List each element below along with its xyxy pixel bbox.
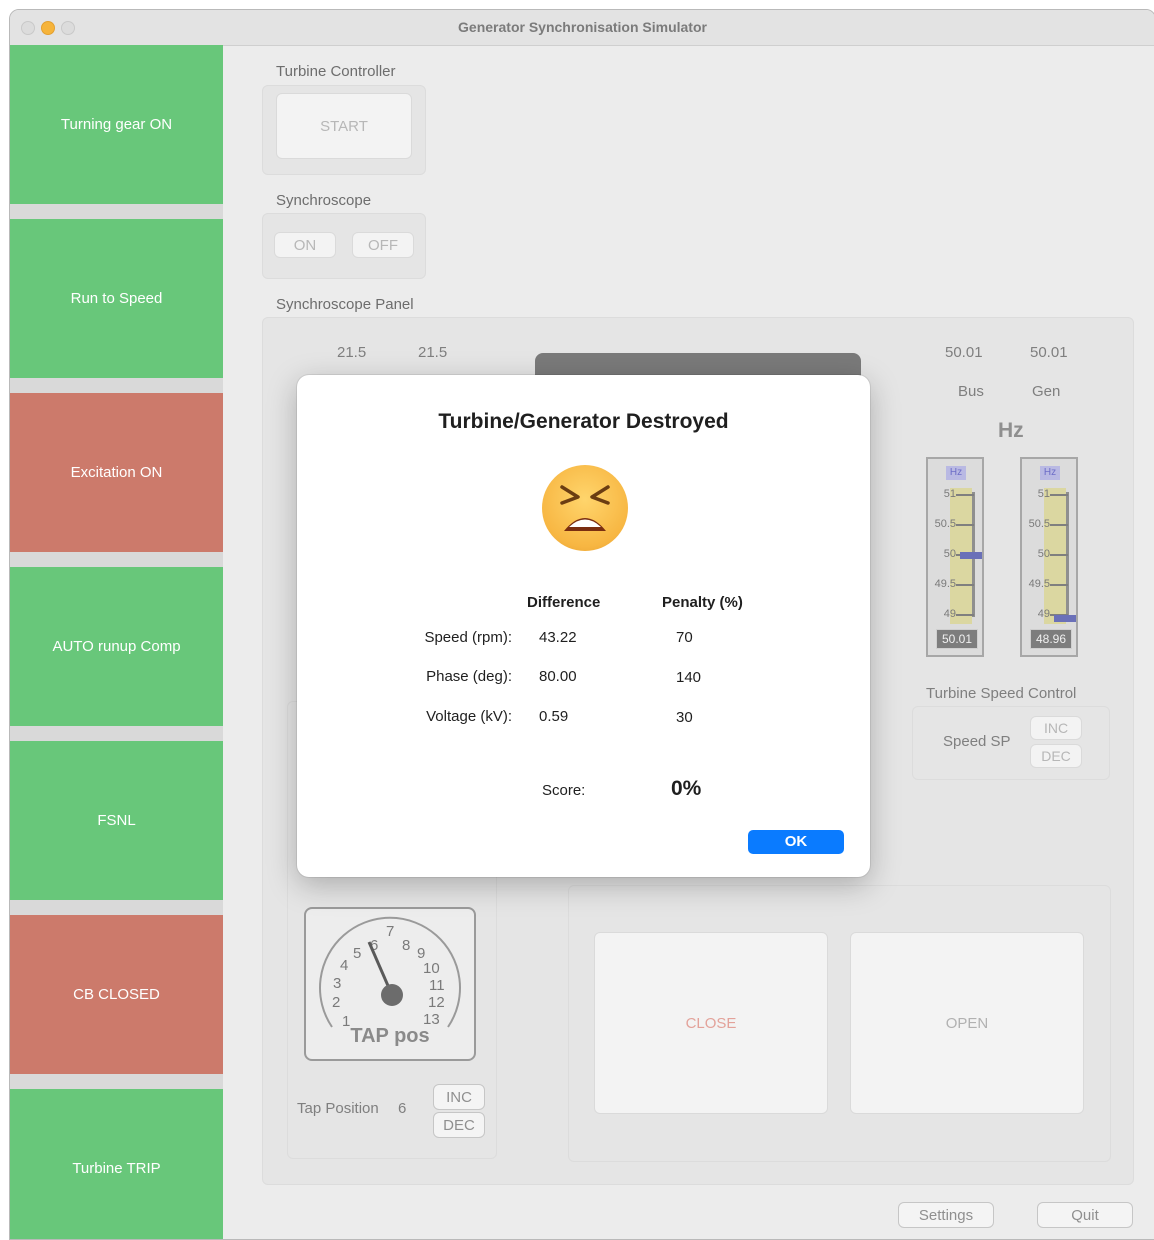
gen-meter-tick: 50.5 xyxy=(1022,518,1074,532)
svg-text:10: 10 xyxy=(423,960,440,977)
voltage-row-label: Voltage (kV): xyxy=(426,708,512,725)
bus-frequency-value: 50.01 xyxy=(945,344,983,361)
bus-meter-tick: 50.5 xyxy=(928,518,980,532)
breaker-open-button[interactable]: OPEN xyxy=(850,932,1084,1114)
bus-meter-unit: Hz xyxy=(946,466,966,480)
difference-header: Difference xyxy=(527,594,601,611)
gen-voltage-value: 21.5 xyxy=(418,344,448,361)
gen-frequency-value: 50.01 xyxy=(1030,344,1068,361)
penalty-header: Penalty (%) xyxy=(662,594,743,611)
settings-button[interactable]: Settings xyxy=(898,1202,994,1228)
svg-text:2: 2 xyxy=(332,994,340,1011)
bus-frequency-meter: Hz 51 50.5 50 49.5 49 50.01 xyxy=(926,457,984,657)
tap-inc-button[interactable]: INC xyxy=(433,1084,485,1110)
synchroscope-off-button[interactable]: OFF xyxy=(352,232,414,258)
svg-text:3: 3 xyxy=(333,975,341,992)
score-label: Score: xyxy=(542,782,586,799)
svg-text:11: 11 xyxy=(429,977,445,994)
svg-text:4: 4 xyxy=(340,957,348,974)
turbine-controller-label: Turbine Controller xyxy=(276,63,396,80)
dialog-title: Turbine/Generator Destroyed xyxy=(438,410,729,433)
start-button[interactable]: START xyxy=(276,93,412,159)
gen-meter-display: 48.96 xyxy=(1030,629,1072,649)
score-value: 0% xyxy=(671,777,702,800)
bus-meter-pointer xyxy=(960,552,982,559)
gen-meter-tick: 50 xyxy=(1022,548,1074,562)
speed-sp-label: Speed SP xyxy=(943,733,1011,750)
synchroscope-on-button[interactable]: ON xyxy=(274,232,336,258)
destroyed-dialog: Turbine/Generator Destroyed Difference P… xyxy=(297,375,870,877)
tap-gauge: 1 2 3 4 5 6 7 8 9 10 11 12 13 TAP pos xyxy=(304,907,476,1061)
speed-difference-value: 43.22 xyxy=(539,629,577,646)
voltage-penalty-value: 30 xyxy=(676,709,693,726)
sidebar-item-turning-gear[interactable]: Turning gear ON xyxy=(10,45,223,204)
gen-meter-tick: 49.5 xyxy=(1022,578,1074,592)
bus-meter-display: 50.01 xyxy=(936,629,978,649)
phase-difference-value: 80.00 xyxy=(539,668,577,685)
bus-meter-tick: 49.5 xyxy=(928,578,980,592)
sidebar-item-fsnl[interactable]: FSNL xyxy=(10,741,223,900)
window-title: Generator Synchronisation Simulator xyxy=(458,19,707,35)
speed-inc-button[interactable]: INC xyxy=(1030,716,1082,740)
bus-meter-tick: 51 xyxy=(928,488,980,502)
sidebar-item-excitation[interactable]: Excitation ON xyxy=(10,393,223,552)
synchroscope-label: Synchroscope xyxy=(276,192,372,209)
quit-button[interactable]: Quit xyxy=(1037,1202,1133,1228)
gen-frequency-meter: Hz 51 50.5 50 49.5 49 48.96 xyxy=(1020,457,1078,657)
tap-gauge-label: TAP pos xyxy=(350,1025,430,1047)
turbine-speed-control-label: Turbine Speed Control xyxy=(926,685,1077,702)
gen-meter-unit: Hz xyxy=(1040,466,1060,480)
voltage-difference-value: 0.59 xyxy=(539,708,569,725)
sidebar-item-run-to-speed[interactable]: Run to Speed xyxy=(10,219,223,378)
bus-voltage-value: 21.5 xyxy=(337,344,367,361)
sidebar-item-turbine-trip[interactable]: Turbine TRIP xyxy=(10,1089,223,1239)
ok-button[interactable]: OK xyxy=(748,830,844,854)
tap-position-label: Tap Position xyxy=(297,1100,379,1117)
svg-text:7: 7 xyxy=(386,923,394,940)
svg-text:12: 12 xyxy=(428,994,445,1011)
synchroscope-panel-label: Synchroscope Panel xyxy=(276,296,414,313)
bus-meter-tick: 49 xyxy=(928,608,980,622)
sidebar-item-cb-closed[interactable]: CB CLOSED xyxy=(10,915,223,1074)
breaker-close-button[interactable]: CLOSE xyxy=(594,932,828,1114)
sidebar-item-auto-runup[interactable]: AUTO runup Comp xyxy=(10,567,223,726)
hz-label: Hz xyxy=(998,419,1024,442)
tap-position-value: 6 xyxy=(398,1100,407,1117)
tap-dec-button[interactable]: DEC xyxy=(433,1112,485,1138)
title-bar: Generator Synchronisation Simulator xyxy=(10,10,1154,46)
svg-text:5: 5 xyxy=(353,945,361,962)
bus-label: Bus xyxy=(958,383,984,400)
gen-label: Gen xyxy=(1032,383,1061,400)
phase-row-label: Phase (deg): xyxy=(426,668,512,685)
sidebar: Turning gear ON Run to Speed Excitation … xyxy=(10,45,223,1239)
speed-dec-button[interactable]: DEC xyxy=(1030,744,1082,768)
tired-face-icon xyxy=(542,465,628,551)
svg-text:8: 8 xyxy=(402,937,410,954)
phase-penalty-value: 140 xyxy=(676,669,702,686)
speed-penalty-value: 70 xyxy=(676,629,693,646)
gen-meter-tick: 51 xyxy=(1022,488,1074,502)
speed-row-label: Speed (rpm): xyxy=(424,629,512,646)
gen-meter-pointer xyxy=(1054,615,1076,622)
